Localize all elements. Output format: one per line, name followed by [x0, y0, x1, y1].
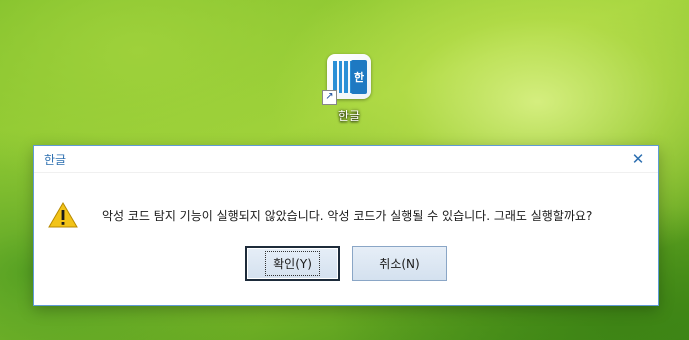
ok-button[interactable]: 확인(Y): [245, 246, 340, 281]
desktop-shortcut-hangul[interactable]: 한 한글: [318, 54, 380, 124]
warning-dialog: 한글 ✕ 악성 코드 탐지 기능이 실행되지 않았습니다. 악성 코드가 실행될…: [33, 145, 659, 306]
dialog-message: 악성 코드 탐지 기능이 실행되지 않았습니다. 악성 코드가 실행될 수 있습…: [102, 208, 593, 223]
dialog-title: 한글: [44, 152, 67, 167]
dialog-titlebar[interactable]: 한글 ✕: [34, 146, 658, 173]
cancel-button[interactable]: 취소(N): [352, 246, 447, 281]
shortcut-arrow-icon: ↗: [322, 90, 337, 105]
ok-button-label: 확인(Y): [265, 251, 320, 276]
desktop-icon-label: 한글: [337, 109, 361, 123]
close-icon[interactable]: ✕: [626, 148, 650, 170]
cancel-button-label: 취소(N): [379, 257, 420, 271]
warning-icon: [48, 202, 78, 228]
app-icon-bars: [333, 61, 353, 93]
app-icon-glyph: 한: [351, 60, 367, 94]
dialog-buttons: 확인(Y) 취소(N): [34, 246, 658, 281]
dialog-body: 악성 코드 탐지 기능이 실행되지 않았습니다. 악성 코드가 실행될 수 있습…: [34, 173, 658, 235]
